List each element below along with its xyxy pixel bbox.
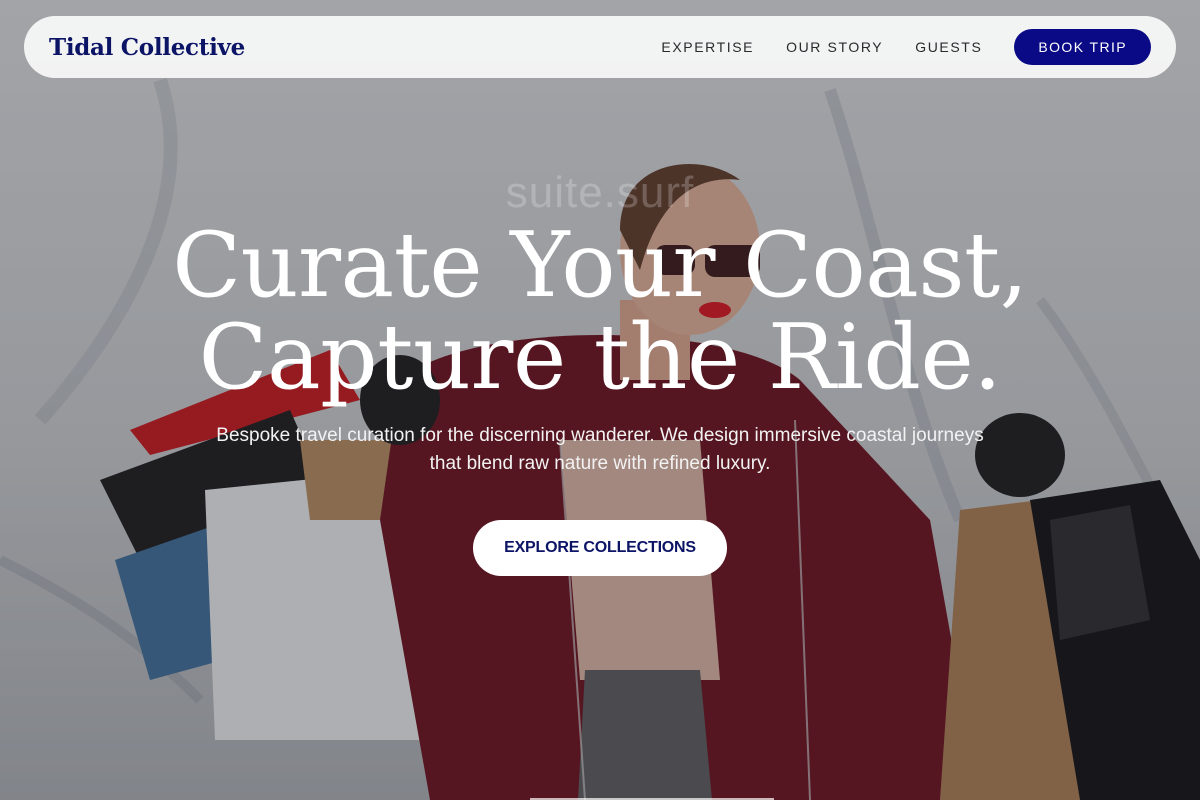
watermark-text: suite.surf <box>505 168 695 217</box>
nav-link-our-story[interactable]: OUR STORY <box>786 39 883 55</box>
hero-subtext: Bespoke travel curation for the discerni… <box>160 422 1040 478</box>
hero-content: Curate Your Coast, Capture the Ride. Bes… <box>0 220 1200 576</box>
book-trip-button[interactable]: BOOK TRIP <box>1014 29 1151 65</box>
hero-headline-line2: Capture the Ride. <box>198 305 1002 410</box>
brand-logo[interactable]: Tidal Collective <box>49 34 245 61</box>
nav-link-guests[interactable]: GUESTS <box>915 39 982 55</box>
nav-link-expertise[interactable]: EXPERTISE <box>661 39 754 55</box>
hero-subtext-line2: that blend raw nature with refined luxur… <box>429 453 771 474</box>
explore-collections-button[interactable]: EXPLORE COLLECTIONS <box>473 520 727 576</box>
hero-headline: Curate Your Coast, Capture the Ride. <box>0 220 1200 404</box>
nav-links: EXPERTISE OUR STORY GUESTS BOOK TRIP <box>661 29 1151 65</box>
hero-subtext-line1: Bespoke travel curation for the discerni… <box>216 425 984 446</box>
top-navbar: Tidal Collective EXPERTISE OUR STORY GUE… <box>24 16 1176 78</box>
hero-headline-line1: Curate Your Coast, <box>172 213 1028 318</box>
